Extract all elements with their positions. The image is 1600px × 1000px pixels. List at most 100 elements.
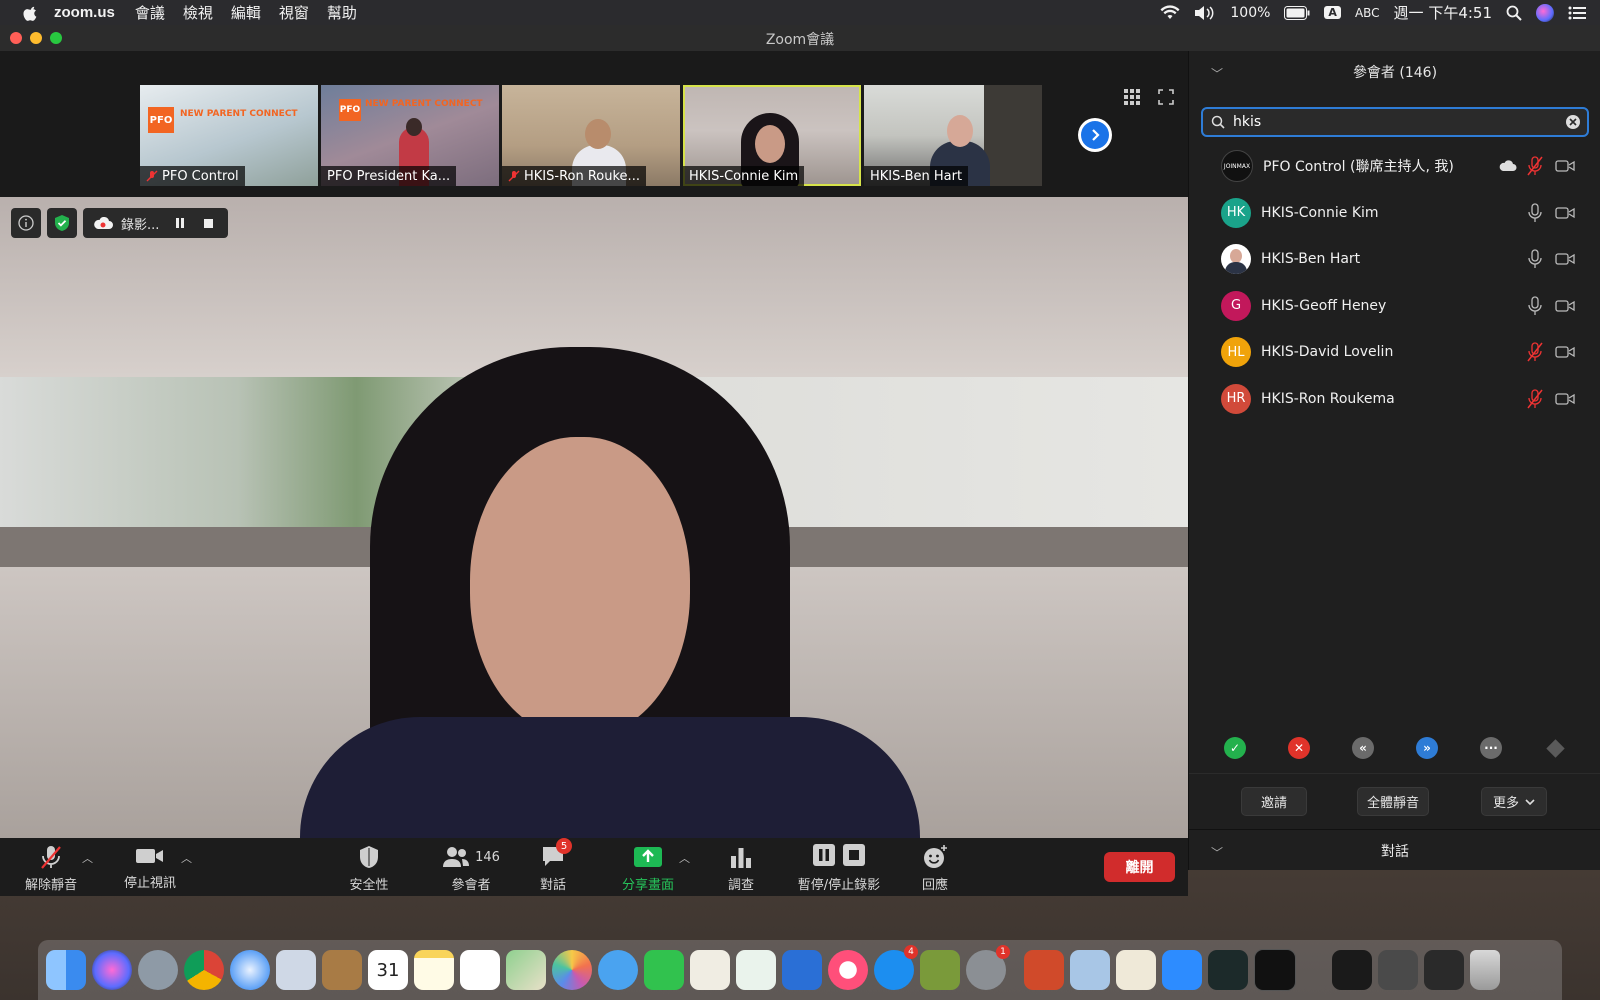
safari-icon[interactable] xyxy=(230,950,270,990)
keynote-icon[interactable] xyxy=(782,950,822,990)
unmute-button[interactable]: 解除靜音 xyxy=(22,844,80,893)
trash-icon[interactable] xyxy=(1470,950,1500,990)
maps-icon[interactable] xyxy=(506,950,546,990)
photos-icon[interactable] xyxy=(552,950,592,990)
video-thumbnail[interactable]: HKIS-Ben Hart xyxy=(864,85,1042,186)
clear-feedback-eraser-icon[interactable] xyxy=(1544,737,1566,759)
paper-icon[interactable] xyxy=(1116,950,1156,990)
siri-app-icon[interactable] xyxy=(92,950,132,990)
share-options-chevron-icon[interactable]: ︿ xyxy=(679,850,690,866)
encryption-button[interactable] xyxy=(47,208,77,238)
security-button[interactable]: 安全性 xyxy=(344,844,394,893)
spotlight-search-icon[interactable] xyxy=(1506,5,1522,21)
menu-view[interactable]: 檢視 xyxy=(183,2,213,23)
participant-row[interactable]: G HKIS-Geoff Heney xyxy=(1189,283,1600,330)
participant-row[interactable]: HL HKIS-David Lovelin xyxy=(1189,329,1600,376)
expand-chat-chevron-icon[interactable]: ﹀ xyxy=(1211,844,1223,861)
joinmax-document-icon[interactable] xyxy=(1332,950,1372,990)
powerpoint-icon[interactable] xyxy=(1024,950,1064,990)
participant-row[interactable]: HR HKIS-Ron Roukema xyxy=(1189,376,1600,423)
fullscreen-icon[interactable] xyxy=(1158,89,1174,105)
menu-window[interactable]: 視窗 xyxy=(279,2,309,23)
preview-icon[interactable] xyxy=(1070,950,1110,990)
menu-meeting[interactable]: 會議 xyxy=(135,2,165,23)
pause-stop-recording-button[interactable]: 暫停/停止錄影 xyxy=(794,844,884,893)
clock[interactable]: 週一 下午4:51 xyxy=(1394,2,1492,23)
participant-row[interactable]: JOINMAX PFO Control (聯席主持人, 我) xyxy=(1189,143,1600,190)
more-reactions-icon[interactable]: ··· xyxy=(1480,737,1502,759)
textedit-icon[interactable] xyxy=(690,950,730,990)
mic-muted-icon[interactable] xyxy=(1527,388,1543,409)
numbers-icon[interactable] xyxy=(736,950,776,990)
terminal-icon[interactable] xyxy=(1254,949,1296,991)
launchpad-icon[interactable] xyxy=(138,950,178,990)
microphone-icon[interactable] xyxy=(1527,202,1543,223)
polls-button[interactable]: 調查 xyxy=(724,844,758,893)
input-source-icon[interactable]: A xyxy=(1324,6,1341,19)
messages-icon[interactable] xyxy=(598,950,638,990)
video-thumbnail[interactable]: HKIS-Ron Rouke... xyxy=(502,85,680,186)
notefile-icon[interactable] xyxy=(322,950,362,990)
participant-row[interactable]: HKIS-Ben Hart xyxy=(1189,236,1600,283)
reactions-button[interactable]: 回應 xyxy=(918,844,952,893)
stop-video-button[interactable]: 停止視訊 xyxy=(120,844,180,891)
invite-button[interactable]: 邀請 xyxy=(1241,787,1307,816)
gallery-view-icon[interactable] xyxy=(1124,89,1140,105)
go-slower-icon[interactable]: « xyxy=(1352,737,1374,759)
battery-icon[interactable] xyxy=(1284,5,1310,20)
video-thumbnail-active-speaker[interactable]: HKIS-Connie Kim xyxy=(683,85,861,186)
notes-icon[interactable] xyxy=(414,950,454,990)
app-store-icon[interactable]: 4 xyxy=(874,945,918,990)
go-faster-icon[interactable]: » xyxy=(1416,737,1438,759)
apple-logo-icon[interactable] xyxy=(22,4,40,22)
participant-row[interactable]: HK HKIS-Connie Kim xyxy=(1189,190,1600,237)
calendar-icon[interactable]: 31 xyxy=(368,950,408,990)
more-options-button[interactable]: 更多 xyxy=(1481,787,1547,816)
next-page-button[interactable] xyxy=(1078,118,1112,152)
microphone-icon[interactable] xyxy=(1527,295,1543,316)
video-thumbnail[interactable]: PFO NEW PARENT CONNECT PFO President Ka.… xyxy=(321,85,499,186)
wifi-icon[interactable] xyxy=(1160,4,1180,21)
meeting-info-button[interactable] xyxy=(11,208,41,238)
menu-help[interactable]: 幫助 xyxy=(327,2,357,23)
share-screen-button[interactable]: 分享畫面 xyxy=(618,844,678,893)
leave-meeting-button[interactable]: 離開 xyxy=(1104,852,1175,882)
notification-center-icon[interactable] xyxy=(1568,6,1586,20)
clear-search-icon[interactable] xyxy=(1565,114,1581,130)
video-options-chevron-icon[interactable]: ︿ xyxy=(181,850,192,866)
chrome-icon[interactable] xyxy=(184,950,224,990)
reminders-icon[interactable] xyxy=(460,950,500,990)
system-preferences-icon[interactable]: 1 xyxy=(966,945,1010,990)
zoom-icon[interactable] xyxy=(1162,950,1202,990)
joinmax-folder-icon[interactable] xyxy=(1424,950,1464,990)
pause-recording-icon[interactable] xyxy=(175,217,185,229)
no-cross-icon[interactable]: ✕ xyxy=(1288,737,1310,759)
siri-icon[interactable] xyxy=(1536,3,1554,22)
chat-panel-header[interactable]: ﹀ 對話 xyxy=(1189,829,1600,871)
microphone-icon[interactable] xyxy=(1527,249,1543,269)
menu-edit[interactable]: 編輯 xyxy=(231,2,261,23)
video-camera-icon[interactable] xyxy=(1555,345,1575,359)
video-camera-icon[interactable] xyxy=(1555,252,1575,266)
yes-check-icon[interactable]: ✓ xyxy=(1224,737,1246,759)
finder-icon[interactable] xyxy=(46,950,86,990)
chat-button[interactable]: 5 對話 xyxy=(536,838,572,893)
facetime-icon[interactable] xyxy=(644,950,684,990)
mic-muted-icon[interactable] xyxy=(1527,156,1543,176)
participants-button[interactable]: 146 參會者 xyxy=(436,844,506,893)
volume-icon[interactable] xyxy=(1194,5,1216,21)
mute-all-button[interactable]: 全體靜音 xyxy=(1357,787,1429,816)
mail-eagle-icon[interactable] xyxy=(276,950,316,990)
activity-monitor-icon[interactable] xyxy=(1208,950,1248,990)
music-icon[interactable] xyxy=(828,950,868,990)
pvp-app-icon[interactable] xyxy=(920,950,960,990)
video-thumbnail[interactable]: PFO NEW PARENT CONNECT PFO Control xyxy=(140,85,318,186)
mic-muted-icon[interactable] xyxy=(1527,342,1543,362)
participant-search-input[interactable] xyxy=(1231,113,1555,131)
video-camera-icon[interactable] xyxy=(1555,299,1575,313)
app-menu[interactable]: zoom.us xyxy=(54,4,115,21)
stop-recording-icon[interactable] xyxy=(203,218,214,229)
video-camera-icon[interactable] xyxy=(1555,392,1575,406)
screenshot-thumbnail-icon[interactable] xyxy=(1378,950,1418,990)
collapse-panel-chevron-icon[interactable]: ﹀ xyxy=(1211,65,1223,82)
